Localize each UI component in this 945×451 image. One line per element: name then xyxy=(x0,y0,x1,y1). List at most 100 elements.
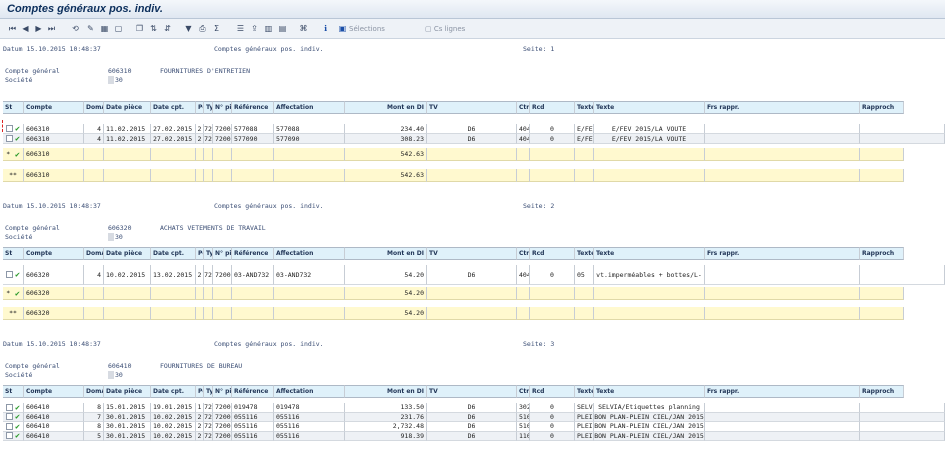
line-items-button[interactable]: ▢ Cs lignes xyxy=(425,23,465,35)
filter-icon[interactable]: ▼ xyxy=(183,23,194,35)
column-header[interactable]: TV xyxy=(427,101,517,114)
column-header[interactable]: Mont en DI xyxy=(345,385,427,398)
table-row[interactable]: ✔606410830.01.201510.02.2015272720004440… xyxy=(0,422,945,432)
checkbox[interactable] xyxy=(6,403,14,411)
column-header[interactable]: Rapproch xyxy=(860,101,904,114)
info-icon[interactable]: ℹ xyxy=(320,23,331,35)
column-header[interactable]: Référence xyxy=(232,385,274,398)
column-header[interactable]: Rcd xyxy=(530,247,575,260)
checkbox[interactable] xyxy=(6,432,14,440)
sort-asc-icon[interactable]: ⇅ xyxy=(148,23,159,35)
column-header[interactable]: Date cpt. xyxy=(151,247,196,260)
edit-icon[interactable]: ✎ xyxy=(85,23,96,35)
column-header[interactable]: Compte xyxy=(24,385,84,398)
row-checkbox[interactable]: ✔ xyxy=(3,134,24,144)
column-header[interactable]: Référence xyxy=(232,247,274,260)
column-header[interactable]: TV xyxy=(427,385,517,398)
column-header[interactable]: Frs rappr. xyxy=(705,385,860,398)
column-header[interactable]: DomA xyxy=(84,385,104,398)
graph-icon[interactable]: ▥ xyxy=(263,23,274,35)
column-header[interactable]: Mont en DI xyxy=(345,101,427,114)
column-header[interactable]: Date pièce xyxy=(104,101,151,114)
layout-icon[interactable]: ☰ xyxy=(235,23,246,35)
subtotal-empty-cell xyxy=(84,169,104,182)
column-header[interactable]: Affectation xyxy=(274,247,345,260)
column-header[interactable]: Frs rappr. xyxy=(705,101,860,114)
checkbox[interactable] xyxy=(6,413,14,421)
column-header[interactable]: Frs rappr. xyxy=(705,247,860,260)
total-icon[interactable]: Σ xyxy=(211,23,222,35)
column-header[interactable]: Date pièce xyxy=(104,247,151,260)
deselect-icon[interactable]: ▢ xyxy=(113,23,124,35)
export-icon[interactable]: ⇪ xyxy=(249,23,260,35)
table-row[interactable]: ✔606410730.01.201510.02.2015272720004440… xyxy=(0,412,945,422)
table-row[interactable]: ✔606410530.01.201510.02.2015272720004440… xyxy=(0,431,945,441)
column-header[interactable]: Texte xyxy=(594,385,705,398)
table-row[interactable]: ✔606320410.02.201513.02.2015272720005110… xyxy=(0,265,945,285)
column-header[interactable]: Texte xyxy=(594,247,705,260)
column-header[interactable]: Texte d'en-tête document xyxy=(575,101,594,114)
column-header[interactable]: Ty xyxy=(204,101,213,114)
column-header[interactable]: N° pièce xyxy=(213,101,232,114)
column-header[interactable]: Pé xyxy=(196,101,204,114)
status-ok-icon: ✔ xyxy=(15,134,20,143)
column-header[interactable]: Rapproch xyxy=(860,247,904,260)
column-header[interactable]: St xyxy=(3,385,24,398)
checkbox[interactable] xyxy=(6,271,14,278)
table-row[interactable]: ✔606410815.01.201519.01.2015172720001450… xyxy=(0,403,945,413)
column-header[interactable]: Texte d'en-tête document xyxy=(575,385,594,398)
column-header[interactable]: Rcd xyxy=(530,101,575,114)
column-header[interactable]: Texte xyxy=(594,101,705,114)
refresh-icon[interactable]: ⟲ xyxy=(70,23,81,35)
print-icon[interactable]: ⎙ xyxy=(197,23,208,35)
column-header[interactable]: St xyxy=(3,101,24,114)
column-header[interactable]: Compte xyxy=(24,101,84,114)
column-header[interactable]: Mont en DI xyxy=(345,247,427,260)
column-header[interactable]: DomA xyxy=(84,101,104,114)
row-checkbox[interactable]: ✔ xyxy=(3,265,24,285)
sort-desc-icon[interactable]: ⇵ xyxy=(162,23,173,35)
save-icon[interactable]: ⌘ xyxy=(298,23,309,35)
column-header[interactable]: Compte xyxy=(24,247,84,260)
column-header[interactable]: Affectation xyxy=(274,385,345,398)
row-checkbox[interactable]: ✔ xyxy=(3,403,24,413)
column-header[interactable]: Rcd xyxy=(530,385,575,398)
checkbox[interactable] xyxy=(6,422,14,430)
selections-icon[interactable]: ▣ xyxy=(337,23,348,35)
row-checkbox[interactable]: ✔ xyxy=(3,124,24,134)
prev-page-icon[interactable]: ◀ xyxy=(20,23,31,35)
column-header[interactable]: Date cpt. xyxy=(151,385,196,398)
details-icon[interactable]: ❐ xyxy=(134,23,145,35)
column-header[interactable]: Ty xyxy=(204,247,213,260)
column-header[interactable]: St xyxy=(3,247,24,260)
column-header[interactable]: N° pièce xyxy=(213,247,232,260)
checkbox[interactable] xyxy=(6,125,14,132)
columns-icon[interactable]: ▤ xyxy=(277,23,288,35)
column-header[interactable]: Ty xyxy=(204,385,213,398)
column-header[interactable]: Affectation xyxy=(274,101,345,114)
column-header[interactable]: Pé xyxy=(196,247,204,260)
selections-button[interactable]: Sélections xyxy=(349,23,385,35)
column-header[interactable]: TV xyxy=(427,247,517,260)
row-checkbox[interactable]: ✔ xyxy=(3,422,24,432)
column-header[interactable]: Ctre coûts xyxy=(517,385,530,398)
select-all-icon[interactable]: ▦ xyxy=(99,23,110,35)
column-header[interactable]: Date cpt. xyxy=(151,101,196,114)
column-header[interactable]: Ctre coûts xyxy=(517,247,530,260)
column-header[interactable]: Pé xyxy=(196,385,204,398)
column-header[interactable]: Référence xyxy=(232,101,274,114)
table-row[interactable]: ✔606310411.02.201527.02.2015272720006565… xyxy=(0,134,945,144)
checkbox[interactable] xyxy=(6,135,14,142)
table-row[interactable]: ✔606310411.02.201527.02.2015272720006555… xyxy=(0,124,945,134)
column-header[interactable]: Rapproch xyxy=(860,385,904,398)
column-header[interactable]: N° pièce xyxy=(213,385,232,398)
next-page-icon[interactable]: ▶ xyxy=(33,23,44,35)
row-checkbox[interactable]: ✔ xyxy=(3,412,24,422)
first-page-icon[interactable]: ⏮ xyxy=(7,23,18,35)
column-header[interactable]: Date pièce xyxy=(104,385,151,398)
column-header[interactable]: Texte d'en-tête document xyxy=(575,247,594,260)
last-page-icon[interactable]: ⏭ xyxy=(46,23,57,35)
column-header[interactable]: Ctre coûts xyxy=(517,101,530,114)
row-checkbox[interactable]: ✔ xyxy=(3,431,24,441)
column-header[interactable]: DomA xyxy=(84,247,104,260)
